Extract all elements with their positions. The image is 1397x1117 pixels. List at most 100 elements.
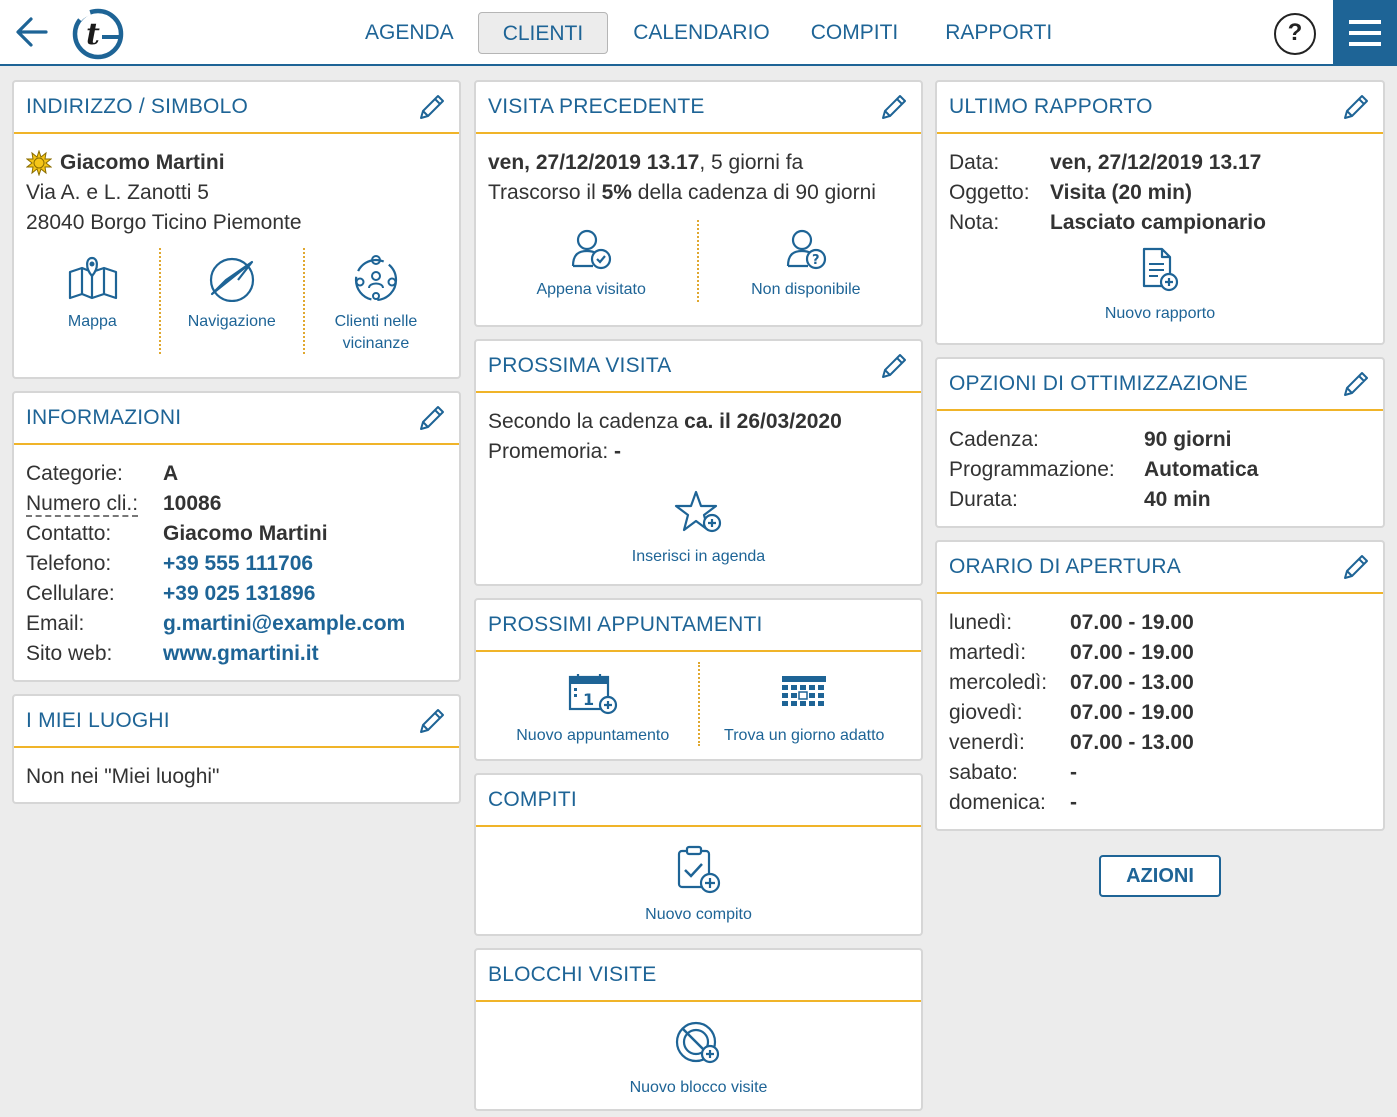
cadence-text: Secondo la cadenza <box>488 410 685 433</box>
next-visit-date: ca. il 26/03/2020 <box>684 410 842 433</box>
star-plus-icon <box>674 490 721 533</box>
help-button[interactable]: ? <box>1274 13 1316 55</box>
menu-button[interactable] <box>1333 0 1397 66</box>
day-label: mercoledì: <box>949 671 1048 694</box>
last-report-card: ULTIMO RAPPORTO Data: ven, 27/12/2019 13.… <box>935 80 1385 345</box>
tab-clienti[interactable]: CLIENTI <box>477 12 609 54</box>
info-label: Cellulare: <box>26 582 115 605</box>
map-action[interactable]: Mappa <box>26 246 159 355</box>
previous-visit-card: VISITA PRECEDENTE ven, 27/12/2019 13.17,… <box>474 80 923 327</box>
new-report-action[interactable]: Nuovo rapporto <box>1060 246 1260 325</box>
previous-visit-date: ven, 27/12/2019 13.17 <box>488 151 700 174</box>
new-appointment-action[interactable]: 1 Nuovo appuntamento <box>488 662 698 747</box>
cadence-value: 90 giorni <box>1144 428 1232 451</box>
card-title: INFORMAZIONI <box>26 406 182 429</box>
navigation-action[interactable]: Navigazione <box>161 246 303 355</box>
new-visit-block-action[interactable]: Nuovo blocco visite <box>599 1020 799 1099</box>
new-task-action[interactable]: Nuovo compito <box>599 845 799 926</box>
edit-pencil-icon[interactable] <box>417 403 447 433</box>
my-places-text: Non nei "Miei luoghi" <box>26 765 220 788</box>
actions-button[interactable]: AZIONI <box>1099 855 1221 897</box>
svg-text:1: 1 <box>583 690 594 709</box>
hours-value: - <box>1070 791 1077 814</box>
tab-calendario[interactable]: CALENDARIO <box>620 12 783 54</box>
hours-value: - <box>1070 761 1077 784</box>
card-title: BLOCCHI VISITE <box>488 963 657 986</box>
calendar-plus-icon: 1 <box>568 674 617 715</box>
nearby-clients-action[interactable]: Clienti nelle vicinanze <box>305 246 447 355</box>
svg-text:t: t <box>86 17 100 52</box>
card-title: PROSSIMI APPUNTAMENTI <box>488 613 763 636</box>
previous-visit-ago: , 5 giorni fa <box>699 151 804 174</box>
card-title: PROSSIMA VISITA <box>488 354 672 377</box>
option-label: Cadenza: <box>949 428 1039 451</box>
elapsed-percent: 5% <box>601 181 632 204</box>
edit-pencil-icon[interactable] <box>417 706 447 736</box>
hours-value: 07.00 - 19.00 <box>1070 701 1194 724</box>
duration-value: 40 min <box>1144 488 1211 511</box>
client-name-row: Giacomo Martini <box>26 148 447 178</box>
edit-pencil-icon[interactable] <box>879 92 909 122</box>
my-places-card: I MIEI LUOGHI Non nei "Miei luoghi" <box>12 694 461 804</box>
nearby-clients-icon <box>354 255 398 302</box>
clipboard-check-icon <box>677 845 720 894</box>
card-title: I MIEI LUOGHI <box>26 709 170 732</box>
elapsed-text: Trascorso il <box>488 181 602 204</box>
top-bar: t AGENDA CLIENTI CALENDARIO COMPITI RAPP… <box>0 0 1397 66</box>
compass-icon <box>209 257 254 303</box>
contact-value: Giacomo Martini <box>163 522 328 545</box>
opening-hours-card: ORARIO DI APERTURA lunedì: 07.00 - 19.00 … <box>935 540 1385 831</box>
card-title: OPZIONI DI OTTIMIZZAZIONE <box>949 372 1248 395</box>
add-to-agenda-action[interactable]: Inserisci in agenda <box>599 489 799 568</box>
day-label: lunedì: <box>949 611 1013 634</box>
info-label: Telefono: <box>26 552 112 575</box>
client-name: Giacomo Martini <box>60 151 225 174</box>
optimization-card: OPZIONI DI OTTIMIZZAZIONE Cadenza: 90 gio… <box>935 357 1385 528</box>
day-label: martedì: <box>949 641 1027 664</box>
visit-blocks-card: BLOCCHI VISITE Nuovo blocco visite <box>474 948 923 1111</box>
tab-rapporti[interactable]: RAPPORTI <box>932 12 1065 54</box>
sun-symbol-icon <box>26 150 52 176</box>
tab-agenda[interactable]: AGENDA <box>352 12 467 54</box>
reminder-value: - <box>614 440 622 463</box>
website-link[interactable]: www.gmartini.it <box>163 639 319 669</box>
phone-link[interactable]: +39 555 111706 <box>163 549 313 579</box>
edit-pencil-icon[interactable] <box>1341 369 1371 399</box>
street: Via A. e L. Zanotti 5 <box>26 181 209 204</box>
address-card: INDIRIZZO / SIMBOLO Giacomo Martini Via … <box>12 80 461 379</box>
calendar-grid-icon <box>782 676 827 706</box>
edit-pencil-icon[interactable] <box>879 351 909 381</box>
menu-icon <box>1349 20 1381 24</box>
find-day-action[interactable]: Trova un giorno adatto <box>700 662 910 747</box>
document-plus-icon <box>1142 247 1179 292</box>
just-visited-action[interactable]: Appena visitato <box>491 214 691 302</box>
card-title: ULTIMO RAPPORTO <box>949 95 1153 118</box>
client-number-value: 10086 <box>163 492 222 515</box>
back-arrow-icon[interactable] <box>14 14 50 50</box>
card-title: INDIRIZZO / SIMBOLO <box>26 95 248 118</box>
info-label: Categorie: <box>26 462 123 485</box>
block-plus-icon <box>675 1021 719 1064</box>
map-icon <box>69 256 118 300</box>
hours-value: 07.00 - 13.00 <box>1070 671 1194 694</box>
edit-pencil-icon[interactable] <box>1341 92 1371 122</box>
edit-pencil-icon[interactable] <box>417 92 447 122</box>
email-link[interactable]: g.martini@example.com <box>163 609 405 639</box>
not-available-action[interactable]: ? Non disponibile <box>706 214 906 302</box>
edit-pencil-icon[interactable] <box>1341 552 1371 582</box>
next-visit-card: PROSSIMA VISITA Secondo la cadenza ca. i… <box>474 339 923 586</box>
info-label: Email: <box>26 612 85 635</box>
scheduling-value: Automatica <box>1144 458 1259 481</box>
card-title: VISITA PRECEDENTE <box>488 95 705 118</box>
report-label: Nota: <box>949 211 1000 234</box>
info-label: Contatto: <box>26 522 112 545</box>
mobile-link[interactable]: +39 025 131896 <box>163 579 315 609</box>
tasks-card: COMPITI Nuovo compito <box>474 773 923 936</box>
day-label: giovedì: <box>949 701 1023 724</box>
report-label: Data: <box>949 151 1000 174</box>
person-question-icon: ? <box>786 229 826 270</box>
city: 28040 Borgo Ticino Piemonte <box>26 211 302 234</box>
category-value: A <box>163 462 179 485</box>
day-label: venerdì: <box>949 731 1025 754</box>
tab-compiti[interactable]: COMPITI <box>798 12 912 54</box>
